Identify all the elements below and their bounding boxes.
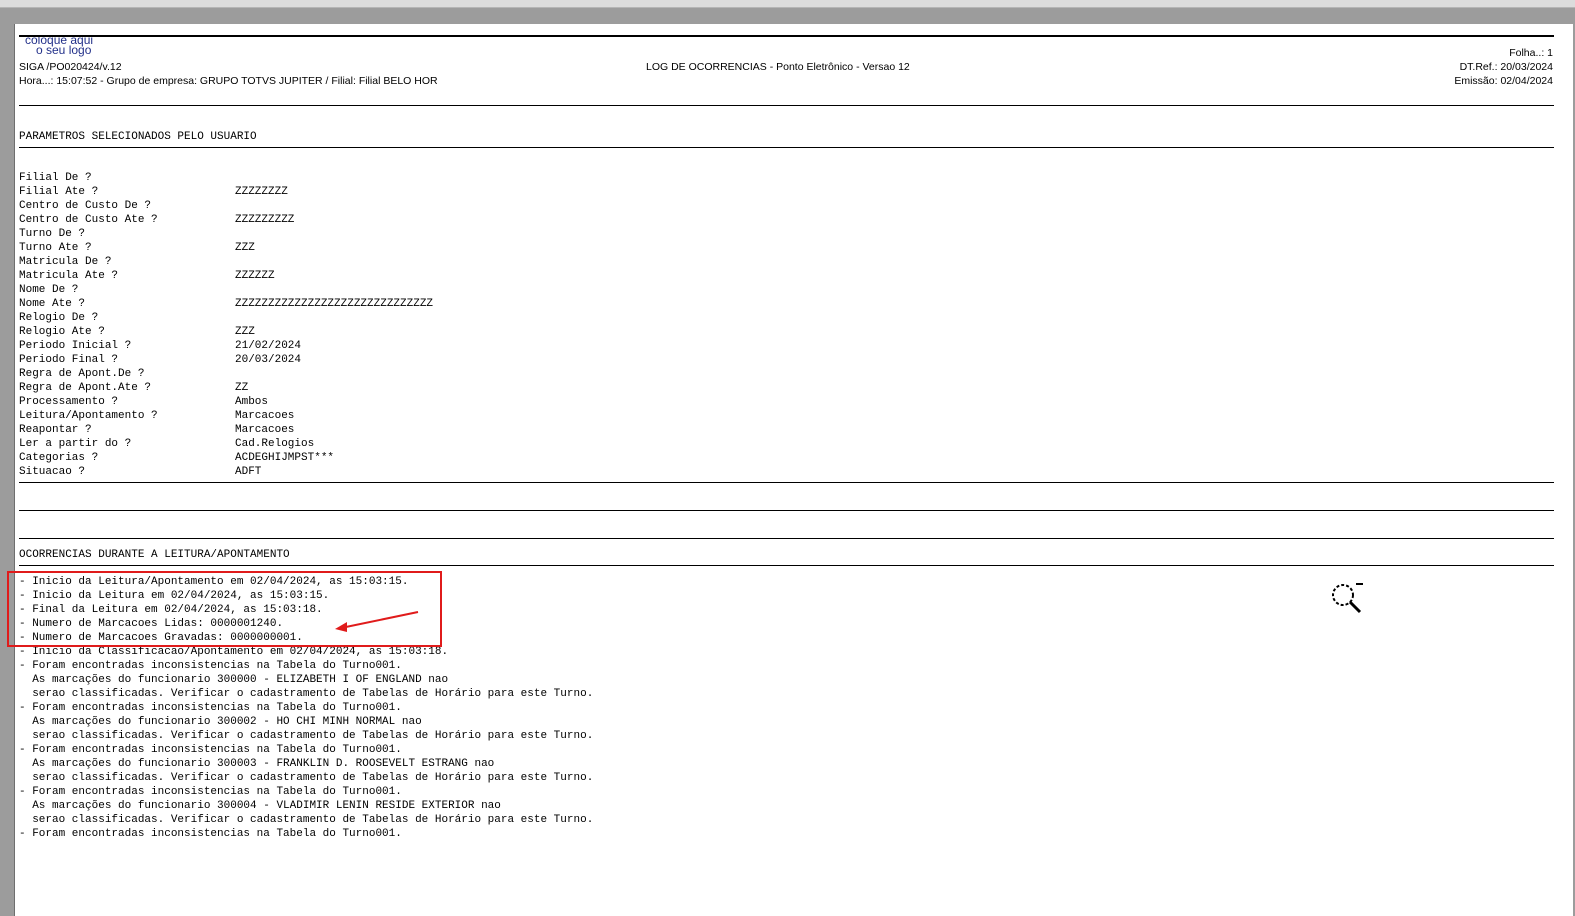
param-row: Ler a partir do ? Cad.Relogios: [19, 437, 433, 451]
occurrence-line: As marcações do funcionario 300003 - FRA…: [19, 758, 495, 770]
occurrence-line: - Foram encontradas inconsistencias na T…: [19, 660, 402, 672]
param-label: Centro de Custo De ?: [19, 200, 152, 212]
param-label: Leitura/Apontamento ?: [19, 410, 158, 422]
param-row: Turno Ate ? ZZZ: [19, 241, 433, 255]
divider: [19, 482, 1554, 483]
occurrence-line: serao classificadas. Verificar o cadastr…: [19, 814, 594, 826]
param-label: Regra de Apont.De ?: [19, 368, 145, 380]
occurrence-line: - Inicio da Classificacao/Apontamento em…: [19, 646, 449, 658]
param-row: Reapontar ? Marcacoes: [19, 423, 433, 437]
occurrence-line: - Foram encontradas inconsistencias na T…: [19, 786, 402, 798]
window-top-bar: [0, 0, 1575, 8]
occurrence-line: - Foram encontradas inconsistencias na T…: [19, 702, 402, 714]
param-row: Matricula De ?: [19, 255, 433, 269]
occurrence-line: serao classificadas. Verificar o cadastr…: [19, 688, 594, 700]
param-label: Nome De ?: [19, 284, 79, 296]
param-row: Processamento ? Ambos: [19, 395, 433, 409]
param-value: Ambos: [235, 396, 269, 408]
param-row: Periodo Inicial ? 21/02/2024: [19, 339, 433, 353]
param-label: Matricula De ?: [19, 256, 112, 268]
divider: [19, 510, 1554, 511]
param-row: Relogio De ?: [19, 311, 433, 325]
occurrence-line: As marcações do funcionario 300000 - ELI…: [19, 674, 449, 686]
folha-label: Folha..: 1: [1509, 47, 1553, 59]
param-label: Regra de Apont.Ate ?: [19, 382, 152, 394]
param-value: ZZZZZZ: [235, 270, 275, 282]
param-label: Processamento ?: [19, 396, 119, 408]
param-label: Categorias ?: [19, 452, 99, 464]
param-label: Filial Ate ?: [19, 186, 99, 198]
param-label: Periodo Inicial ?: [19, 340, 132, 352]
report-title: LOG DE OCORRENCIAS - Ponto Eletrônico - …: [646, 61, 910, 73]
param-value: 21/02/2024: [235, 340, 302, 352]
report-page: coloque aqui o seu logo SIGA /PO020424/v…: [7, 24, 1573, 916]
param-row: Categorias ? ACDEGHIJMPST***: [19, 451, 433, 465]
program-id: SIGA /PO020424/v.12: [19, 61, 122, 73]
param-value: ZZZZZZZZ: [235, 186, 288, 198]
param-row: Regra de Apont.Ate ? ZZ: [19, 381, 433, 395]
divider: [19, 105, 1554, 106]
param-label: Matricula Ate ?: [19, 270, 119, 282]
occurrence-line: As marcações do funcionario 300002 - HO …: [19, 716, 422, 728]
param-row: Nome De ?: [19, 283, 433, 297]
red-arrow-annotation: [335, 611, 419, 632]
param-value: ZZ: [235, 382, 249, 394]
time-group-line: Hora...: 15:07:52 - Grupo de empresa: GR…: [19, 75, 438, 87]
param-row: Nome Ate ? ZZZZZZZZZZZZZZZZZZZZZZZZZZZZZZ: [19, 297, 433, 311]
param-label: Situacao ?: [19, 466, 86, 478]
param-value: Cad.Relogios: [235, 438, 315, 450]
divider: [19, 565, 1554, 566]
occurrence-line: serao classificadas. Verificar o cadastr…: [19, 772, 594, 784]
occurrence-line: As marcações do funcionario 300004 - VLA…: [19, 800, 501, 812]
param-label: Filial De ?: [19, 172, 92, 184]
occurrence-line: - Foram encontradas inconsistencias na T…: [19, 744, 402, 756]
param-value: 20/03/2024: [235, 354, 302, 366]
param-value: ADFT: [235, 466, 262, 478]
param-row: Periodo Final ? 20/03/2024: [19, 353, 433, 367]
param-value: Marcacoes: [235, 410, 295, 422]
occurrence-line: - Foram encontradas inconsistencias na T…: [19, 828, 402, 840]
param-label: Ler a partir do ?: [19, 438, 132, 450]
param-row: Relogio Ate ? ZZZ: [19, 325, 433, 339]
param-label: Centro de Custo Ate ?: [19, 214, 158, 226]
param-row: Filial De ?: [19, 171, 433, 185]
param-row: Matricula Ate ? ZZZZZZ: [19, 269, 433, 283]
param-value: ZZZZZZZZZ: [235, 214, 295, 226]
param-row: Centro de Custo De ?: [19, 199, 433, 213]
param-row: Regra de Apont.De ?: [19, 367, 433, 381]
param-label: Turno De ?: [19, 228, 86, 240]
param-label: Reapontar ?: [19, 424, 92, 436]
params-section-title: PARAMETROS SELECIONADOS PELO USUARIO: [19, 131, 257, 143]
param-label: Nome Ate ?: [19, 298, 86, 310]
param-value: ZZZZZZZZZZZZZZZZZZZZZZZZZZZZZZ: [235, 298, 434, 310]
zoom-cursor-icon: [1332, 583, 1363, 614]
divider: [19, 538, 1554, 539]
header-top-rule: [19, 35, 1554, 37]
param-value: ZZZ: [235, 242, 255, 254]
param-label: Relogio Ate ?: [19, 326, 105, 338]
param-label: Turno Ate ?: [19, 242, 92, 254]
param-label: Periodo Final ?: [19, 354, 119, 366]
param-row: Leitura/Apontamento ? Marcacoes: [19, 409, 433, 423]
occurrence-line: serao classificadas. Verificar o cadastr…: [19, 730, 594, 742]
param-row: Centro de Custo Ate ? ZZZZZZZZZ: [19, 213, 433, 227]
param-row: Filial Ate ? ZZZZZZZZ: [19, 185, 433, 199]
report-logo: coloque aqui o seu logo: [25, 34, 93, 57]
dtref-label: DT.Ref.: 20/03/2024: [1459, 61, 1553, 73]
param-value: ZZZ: [235, 326, 255, 338]
param-row: Turno De ?: [19, 227, 433, 241]
param-row: Situacao ? ADFT: [19, 465, 433, 479]
emissao-label: Emissão: 02/04/2024: [1454, 75, 1553, 87]
param-value: ACDEGHIJMPST***: [235, 452, 335, 464]
param-value: Marcacoes: [235, 424, 295, 436]
parameters-list: Filial De ? Filial Ate ? ZZZZZZZZ Centro de…: [19, 171, 433, 479]
occurrences-section-title: OCORRENCIAS DURANTE A LEITURA/APONTAMENT…: [19, 549, 290, 561]
logo-line-2: o seu logo: [36, 43, 92, 57]
divider: [19, 147, 1554, 148]
param-label: Relogio De ?: [19, 312, 99, 324]
